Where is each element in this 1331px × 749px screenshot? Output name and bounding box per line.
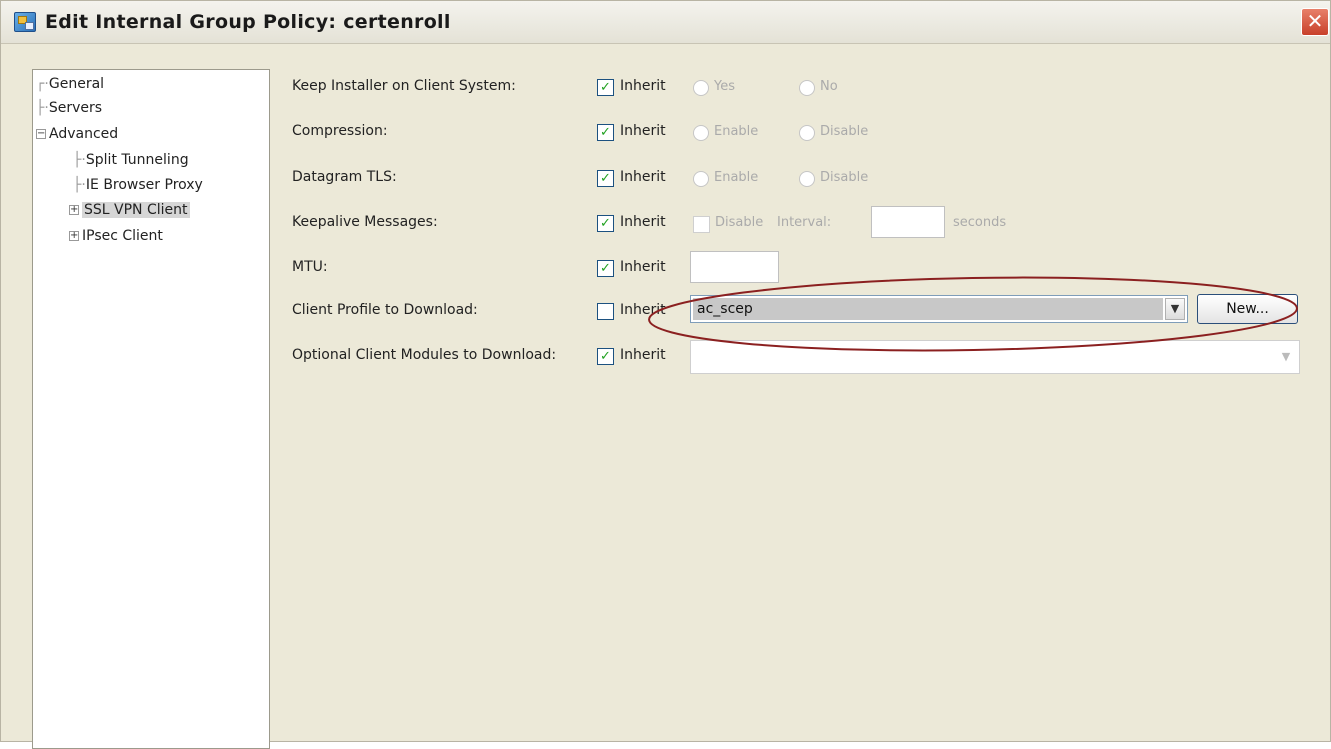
disable-label: Disable [820,170,869,185]
keepalive-inherit-checkbox[interactable]: ✓ [597,215,614,232]
keep-installer-label: Keep Installer on Client System: [292,78,516,94]
expand-icon[interactable]: + [69,231,79,241]
navigation-tree: ┌·General ├·Servers − Advanced ├·Split Tu… [32,69,270,749]
keep-installer-no-radio[interactable] [799,80,815,96]
datagram-tls-disable-radio[interactable] [799,171,815,187]
enable-label: Enable [714,124,759,139]
datagram-tls-inherit-checkbox[interactable]: ✓ [597,170,614,187]
collapse-icon[interactable]: − [36,129,46,139]
compression-inherit-checkbox[interactable]: ✓ [597,124,614,141]
mtu-inherit-checkbox[interactable]: ✓ [597,260,614,277]
expand-icon[interactable]: + [69,205,79,215]
inherit-label: Inherit [620,214,666,230]
enable-label: Enable [714,170,759,185]
disable-label: Disable [715,215,764,230]
title-bar[interactable]: Edit Internal Group Policy: certenroll ✕ [1,1,1330,44]
inherit-label: Inherit [620,169,666,185]
inherit-label: Inherit [620,123,666,139]
tree-item-advanced[interactable]: − Advanced [36,126,118,142]
datagram-tls-label: Datagram TLS: [292,169,397,185]
client-profile-inherit-checkbox[interactable] [597,303,614,320]
keepalive-label: Keepalive Messages: [292,214,438,230]
highlight-ellipse [648,276,1298,352]
datagram-tls-enable-radio[interactable] [693,171,709,187]
optional-modules-inherit-checkbox[interactable]: ✓ [597,348,614,365]
mtu-label: MTU: [292,259,328,275]
app-icon [14,12,36,32]
group-policy-dialog: Edit Internal Group Policy: certenroll ✕… [0,0,1331,749]
inherit-label: Inherit [620,78,666,94]
compression-enable-radio[interactable] [693,125,709,141]
tree-item-ipsec-client[interactable]: + IPsec Client [69,228,163,244]
client-profile-label: Client Profile to Download: [292,302,478,318]
seconds-label: seconds [953,215,1007,230]
keepalive-disable-checkbox[interactable] [693,216,710,233]
tree-item-split-tunneling[interactable]: ├·Split Tunneling [73,152,189,168]
tree-item-servers[interactable]: ├·Servers [36,100,102,116]
no-label: No [820,79,838,94]
tree-item-general[interactable]: ┌·General [36,76,104,92]
compression-disable-radio[interactable] [799,125,815,141]
interval-input[interactable] [871,206,945,238]
yes-label: Yes [714,79,735,94]
tree-item-ie-browser-proxy[interactable]: ├·IE Browser Proxy [73,177,203,193]
close-button[interactable]: ✕ [1301,8,1329,36]
disable-label: Disable [820,124,869,139]
keep-installer-inherit-checkbox[interactable]: ✓ [597,79,614,96]
tree-item-ssl-vpn-client[interactable]: + SSL VPN Client [69,202,190,218]
optional-modules-label: Optional Client Modules to Download: [292,347,557,363]
interval-label: Interval: [777,215,832,230]
compression-label: Compression: [292,123,388,139]
window-title: Edit Internal Group Policy: certenroll [45,11,451,33]
keep-installer-yes-radio[interactable] [693,80,709,96]
